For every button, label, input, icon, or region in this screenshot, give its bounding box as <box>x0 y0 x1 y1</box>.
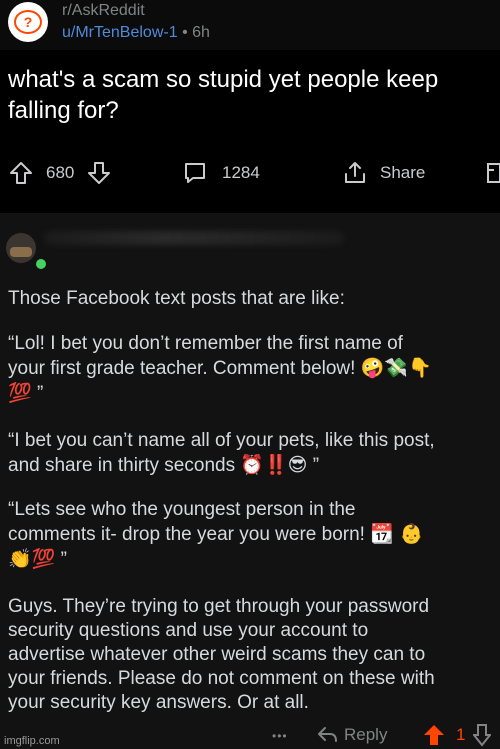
comments-button[interactable]: 1284 <box>182 160 260 186</box>
reply-button[interactable]: Reply <box>316 725 387 745</box>
comment-vote-group: 1 <box>422 723 492 747</box>
comment-text: Guys. They’re trying to get through your… <box>8 596 430 617</box>
subreddit-avatar[interactable]: ? <box>8 2 48 42</box>
comment-paragraph-4: “Lets see who the youngest person in the… <box>8 498 500 572</box>
imgflip-watermark: imgflip.com <box>4 735 60 747</box>
comment-text: comments it- drop the year you were born… <box>8 524 365 545</box>
post-age: 6h <box>192 24 210 41</box>
author-username[interactable]: u/MrTenBelow-1 <box>62 24 178 41</box>
comment-text: your friends. Please do not comment on t… <box>8 668 435 689</box>
award-button[interactable] <box>486 160 500 186</box>
comment-count: 1284 <box>222 163 260 182</box>
post-action-bar: 680 1284 Share <box>0 150 500 195</box>
share-label: Share <box>380 163 426 182</box>
comment-text: security questions and use your account … <box>8 620 369 641</box>
emoji-group: 📆 👶 <box>370 523 424 545</box>
comment-paragraph-5: Guys. They’re trying to get through your… <box>8 595 500 715</box>
comment-text: and share in thirty seconds <box>8 455 236 476</box>
share-icon <box>342 160 368 186</box>
closing-quote: ” <box>307 455 320 476</box>
meta-separator: • <box>182 24 188 41</box>
vote-group: 680 <box>8 160 112 186</box>
award-icon <box>486 160 500 186</box>
post-meta: u/MrTenBelow-1 • 6h <box>62 24 210 42</box>
post-title-line-2: falling for? <box>8 97 119 124</box>
redacted-username <box>44 231 344 245</box>
upvote-arrow-icon[interactable] <box>8 160 34 186</box>
reply-arrow-icon <box>316 725 338 745</box>
emoji-group: 🤪💸👇 <box>360 357 432 379</box>
downvote-arrow-icon[interactable] <box>473 723 492 747</box>
comment-text: your first grade teacher. Comment below! <box>8 358 356 379</box>
reply-label: Reply <box>344 725 388 744</box>
comment-text: “Lets see who the youngest person in the <box>8 499 356 520</box>
clap-hundred-emoji: 👏💯 <box>8 548 56 570</box>
comment-score: 1 <box>456 725 466 744</box>
post-title[interactable]: what's a scam so stupid yet people keep … <box>8 64 500 126</box>
closing-quote: ” <box>55 549 67 570</box>
comment-bubble-icon <box>182 160 208 186</box>
comment-text: advertise whatever other weird scams the… <box>8 644 426 665</box>
comment-footer: ••• Reply 1 imgflip.com <box>0 715 500 749</box>
hundred-points-emoji: 💯 <box>8 382 32 404</box>
more-options-button[interactable]: ••• <box>272 729 288 743</box>
comment-text: “I bet you can’t name all of your pets, … <box>8 430 435 451</box>
comment-paragraph-2: “Lol! I bet you don’t remember the first… <box>8 332 500 406</box>
upvote-arrow-icon[interactable] <box>422 723 446 747</box>
share-button[interactable]: Share <box>342 160 425 186</box>
comment-text: your security key answers. Or at all. <box>8 692 309 713</box>
online-status-indicator <box>34 257 48 271</box>
commenter-avatar[interactable] <box>6 233 36 263</box>
downvote-arrow-icon[interactable] <box>86 160 112 186</box>
question-mark-icon: ? <box>14 10 42 34</box>
comment-text: “Lol! I bet you don’t remember the first… <box>8 333 403 354</box>
post-header: ? r/AskReddit u/MrTenBelow-1 • 6h <box>0 0 500 50</box>
upvote-count: 680 <box>46 163 75 182</box>
emoji-group: ⏰‼️😎 <box>240 454 308 476</box>
subreddit-name[interactable]: r/AskReddit <box>62 2 145 20</box>
comment-paragraph-3: “I bet you can’t name all of your pets, … <box>8 429 500 478</box>
comment-paragraph-1: Those Facebook text posts that are like: <box>8 288 345 309</box>
closing-quote: ” <box>31 383 44 404</box>
post-title-line-1: what's a scam so stupid yet people keep <box>8 66 439 93</box>
